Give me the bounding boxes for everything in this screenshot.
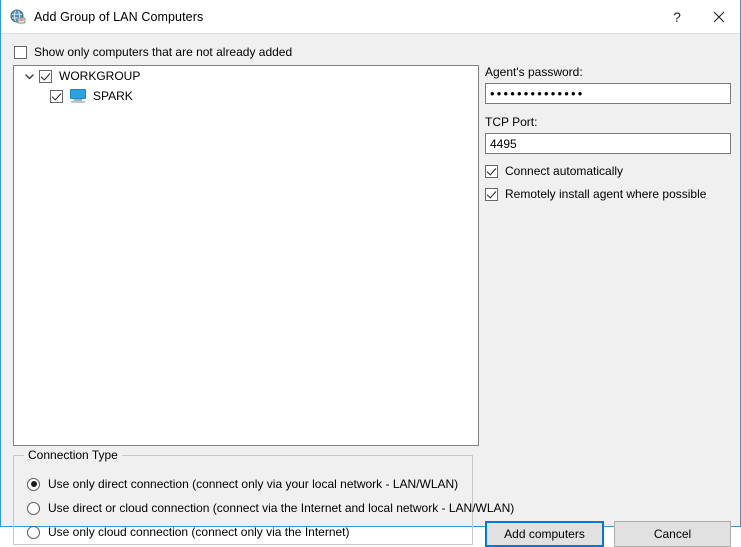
checkbox-box <box>485 165 498 178</box>
radio-cloud-only[interactable]: Use only cloud connection (connect only … <box>27 520 466 544</box>
computers-tree-panel[interactable]: WORKGROUP SPARK <box>13 65 479 446</box>
close-icon[interactable] <box>698 0 740 33</box>
cancel-button[interactable]: Cancel <box>614 521 731 547</box>
radio-button <box>27 478 40 491</box>
tree-node-workgroup[interactable]: WORKGROUP <box>14 66 478 86</box>
radio-direct-or-cloud-label: Use direct or cloud connection (connect … <box>48 501 514 515</box>
window-title: Add Group of LAN Computers <box>34 10 203 24</box>
connect-automatically-checkbox[interactable]: Connect automatically <box>485 164 731 178</box>
radio-direct-only[interactable]: Use only direct connection (connect only… <box>27 472 466 496</box>
radio-cloud-only-label: Use only cloud connection (connect only … <box>48 525 350 539</box>
add-lan-computers-dialog: Add Group of LAN Computers ? Show only c… <box>0 0 741 527</box>
show-only-not-added-label: Show only computers that are not already… <box>34 45 292 59</box>
connection-type-options: Use only direct connection (connect only… <box>27 472 466 544</box>
connect-automatically-label: Connect automatically <box>505 164 623 178</box>
title-bar: Add Group of LAN Computers ? <box>1 0 740 34</box>
remote-install-checkbox[interactable]: Remotely install agent where possible <box>485 187 731 201</box>
tree-checkbox-workgroup[interactable] <box>39 70 52 83</box>
radio-direct-only-label: Use only direct connection (connect only… <box>48 477 458 491</box>
chevron-down-icon[interactable] <box>22 69 36 83</box>
monitor-icon <box>70 89 86 103</box>
dialog-footer: Add computers Cancel <box>485 521 731 547</box>
radio-button <box>27 526 40 539</box>
dialog-body: Show only computers that are not already… <box>1 34 740 526</box>
tcp-port-label: TCP Port: <box>485 115 731 129</box>
radio-direct-or-cloud[interactable]: Use direct or cloud connection (connect … <box>27 496 466 520</box>
checkbox-box <box>485 188 498 201</box>
tree-label-spark: SPARK <box>93 89 133 103</box>
tree-label-workgroup: WORKGROUP <box>59 69 140 83</box>
lan-computers-icon <box>10 9 26 25</box>
connection-type-group: Connection Type Use only direct connecti… <box>13 455 473 545</box>
password-label: Agent's password: <box>485 65 731 79</box>
tree-checkbox-spark[interactable] <box>50 90 63 103</box>
help-button[interactable]: ? <box>656 0 698 33</box>
show-only-not-added-checkbox[interactable]: Show only computers that are not already… <box>14 45 292 59</box>
agent-settings-panel: Agent's password: TCP Port: Connect auto… <box>485 65 731 210</box>
window-controls: ? <box>656 0 740 33</box>
tcp-port-input[interactable] <box>485 133 731 154</box>
add-computers-button[interactable]: Add computers <box>485 521 604 547</box>
checkbox-box <box>14 46 27 59</box>
password-input[interactable] <box>485 83 731 104</box>
remote-install-label: Remotely install agent where possible <box>505 187 706 201</box>
connection-type-title: Connection Type <box>24 448 122 462</box>
tree-node-spark[interactable]: SPARK <box>14 86 478 106</box>
radio-button <box>27 502 40 515</box>
